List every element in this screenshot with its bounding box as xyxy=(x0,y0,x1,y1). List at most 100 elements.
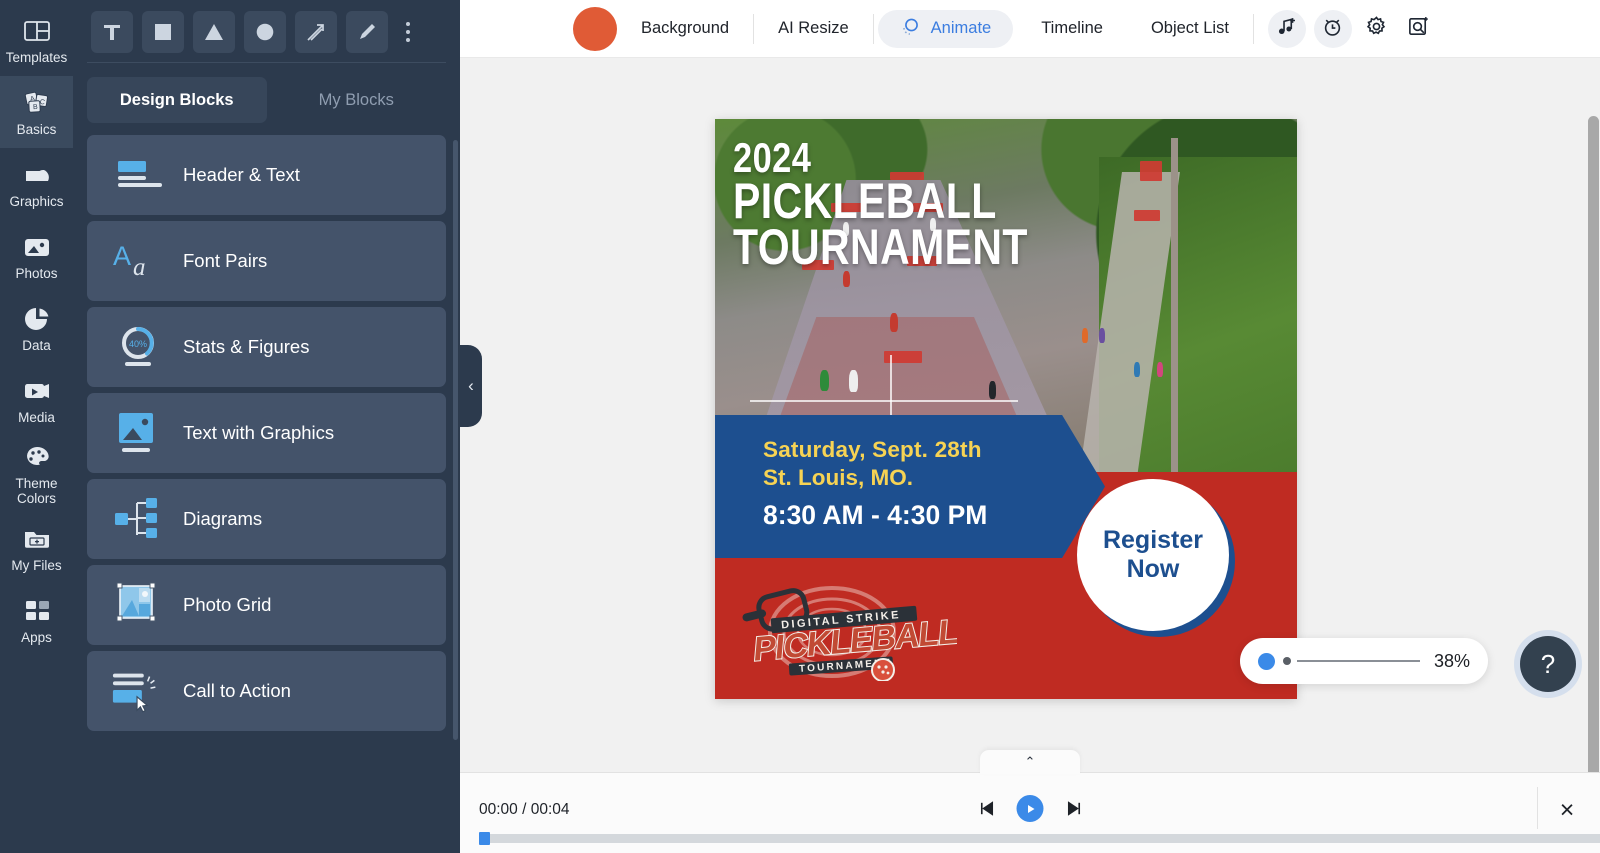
media-icon xyxy=(22,376,52,406)
more-tools-button[interactable] xyxy=(397,11,419,53)
canvas-scrollbar[interactable] xyxy=(1587,116,1600,772)
poster-time: 8:30 AM - 4:30 PM xyxy=(763,500,988,530)
chevron-left-icon: ‹ xyxy=(468,376,474,395)
left-nav-rail: Templates A C B Basics Graphics Photos D… xyxy=(0,0,73,853)
tab-my-blocks[interactable]: My Blocks xyxy=(267,77,447,123)
block-header-and-text[interactable]: Header & Text xyxy=(87,135,446,215)
player-playhead[interactable] xyxy=(479,832,490,845)
call-to-action-icon xyxy=(111,664,165,718)
panel-tabs: Design Blocks My Blocks xyxy=(73,63,460,123)
ai-resize-tab-label: AI Resize xyxy=(778,19,849,37)
help-button[interactable]: ? xyxy=(1520,636,1576,692)
background-tab[interactable]: Background xyxy=(617,11,753,47)
photo-person xyxy=(1081,328,1088,343)
text-tool-button[interactable] xyxy=(91,11,133,53)
expand-timeline-handle[interactable]: ⌃ xyxy=(980,750,1080,774)
sidebar-item-templates[interactable]: Templates xyxy=(0,4,73,76)
zoom-search-button[interactable] xyxy=(1402,12,1436,46)
add-audio-icon xyxy=(1276,16,1297,42)
timer-button[interactable] xyxy=(1313,9,1352,48)
collapse-panel-button[interactable]: ‹ xyxy=(460,345,482,427)
skip-forward-button[interactable] xyxy=(1062,797,1086,821)
toolbar-divider xyxy=(1252,13,1254,44)
stats-figures-icon: 40% xyxy=(111,320,165,374)
block-label: Header & Text xyxy=(183,164,300,185)
design-blocks-panel: Design Blocks My Blocks Header & Text A … xyxy=(73,0,460,853)
sidebar-item-media[interactable]: Media xyxy=(0,364,73,436)
text-with-graphics-icon xyxy=(111,406,165,460)
sidebar-item-my-files[interactable]: My Files xyxy=(0,512,73,584)
player-timecode: 00:00 / 00:04 xyxy=(479,801,570,818)
canvas-area[interactable]: 2024 PICKLEBALL TOURNAMENT Saturday, Sep… xyxy=(460,58,1600,772)
kebab-dot xyxy=(406,22,410,26)
photos-icon xyxy=(22,232,52,262)
pen-tool-button[interactable] xyxy=(346,11,388,53)
rectangle-tool-button[interactable] xyxy=(142,11,184,53)
sidebar-item-data[interactable]: Data xyxy=(0,292,73,364)
timeline-tab[interactable]: Timeline xyxy=(1017,11,1127,47)
svg-text:B: B xyxy=(32,103,37,110)
player-bar: ⌃ 00:00 / 00:04 × xyxy=(460,750,1600,853)
poster-design[interactable]: 2024 PICKLEBALL TOURNAMENT Saturday, Sep… xyxy=(715,119,1297,699)
block-label: Stats & Figures xyxy=(183,336,310,357)
canvas-scrollbar-thumb[interactable] xyxy=(1588,116,1599,772)
panel-scrollbar[interactable] xyxy=(453,140,458,740)
block-text-with-graphics[interactable]: Text with Graphics xyxy=(87,393,446,473)
block-diagrams[interactable]: Diagrams xyxy=(87,479,446,559)
sidebar-item-photos[interactable]: Photos xyxy=(0,220,73,292)
settings-button[interactable] xyxy=(1360,12,1394,46)
block-label: Photo Grid xyxy=(183,594,272,615)
background-color-swatch[interactable] xyxy=(573,6,617,51)
data-icon xyxy=(22,304,52,334)
animate-tab[interactable]: Animate xyxy=(877,9,1014,48)
design-blocks-list: Header & Text A a Font Pairs 40% Stats &… xyxy=(73,123,460,731)
zoom-slider-marker xyxy=(1283,657,1291,665)
zoom-control[interactable]: 38% xyxy=(1240,638,1488,684)
ellipse-tool-button[interactable] xyxy=(244,11,286,53)
zoom-value: 38% xyxy=(1433,650,1470,671)
add-audio-button[interactable] xyxy=(1267,9,1306,48)
block-label: Diagrams xyxy=(183,508,263,529)
object-list-tab[interactable]: Object List xyxy=(1127,11,1253,47)
tab-label: Design Blocks xyxy=(119,90,234,109)
poster-title-line2: TOURNAMENT xyxy=(733,218,1028,275)
sidebar-item-basics[interactable]: A C B Basics xyxy=(0,76,73,148)
photo-person xyxy=(1157,362,1164,378)
block-label: Call to Action xyxy=(183,680,291,701)
ai-resize-tab[interactable]: AI Resize xyxy=(754,11,873,47)
photo-person xyxy=(848,369,858,392)
play-button[interactable] xyxy=(1016,795,1044,822)
close-player-button[interactable]: × xyxy=(1552,795,1582,825)
sidebar-item-graphics[interactable]: Graphics xyxy=(0,148,73,220)
close-icon: × xyxy=(1559,795,1575,824)
tab-design-blocks[interactable]: Design Blocks xyxy=(87,77,267,123)
kebab-dot xyxy=(406,38,410,42)
player-progress-track[interactable] xyxy=(479,832,1600,845)
sidebar-item-theme-colors[interactable]: Theme Colors xyxy=(0,436,73,512)
photo-person xyxy=(819,369,829,391)
sidebar-item-label: My Files xyxy=(11,557,62,573)
timer-icon xyxy=(1322,16,1343,42)
question-mark-icon: ? xyxy=(1540,648,1556,679)
tournament-logo: DIGITAL STRIKE PICKLEBALL TOURNAMENT xyxy=(737,576,961,682)
zoom-slider-track[interactable] xyxy=(1297,660,1420,662)
photo-barricade xyxy=(1139,160,1162,181)
block-photo-grid[interactable]: Photo Grid xyxy=(87,565,446,645)
block-font-pairs[interactable]: A a Font Pairs xyxy=(87,221,446,301)
zoom-slider-knob[interactable] xyxy=(1258,652,1275,670)
toolbar-divider xyxy=(872,13,874,44)
block-call-to-action[interactable]: Call to Action xyxy=(87,651,446,731)
skip-back-button[interactable] xyxy=(975,797,999,821)
animate-icon xyxy=(900,16,921,42)
photo-person xyxy=(988,381,996,400)
register-now-button[interactable]: Register Now xyxy=(1077,479,1229,631)
player-transport xyxy=(975,795,1086,822)
block-stats-and-figures[interactable]: 40% Stats & Figures xyxy=(87,307,446,387)
register-line1: Register xyxy=(1102,526,1204,555)
poster-title-line1: PICKLEBALL xyxy=(733,172,997,229)
line-arrow-tool-button[interactable] xyxy=(295,11,337,53)
animate-tab-label: Animate xyxy=(930,19,992,37)
sidebar-item-apps[interactable]: Apps xyxy=(0,584,73,656)
triangle-tool-button[interactable] xyxy=(193,11,235,53)
poster-date: Saturday, Sept. 28th xyxy=(763,437,982,462)
